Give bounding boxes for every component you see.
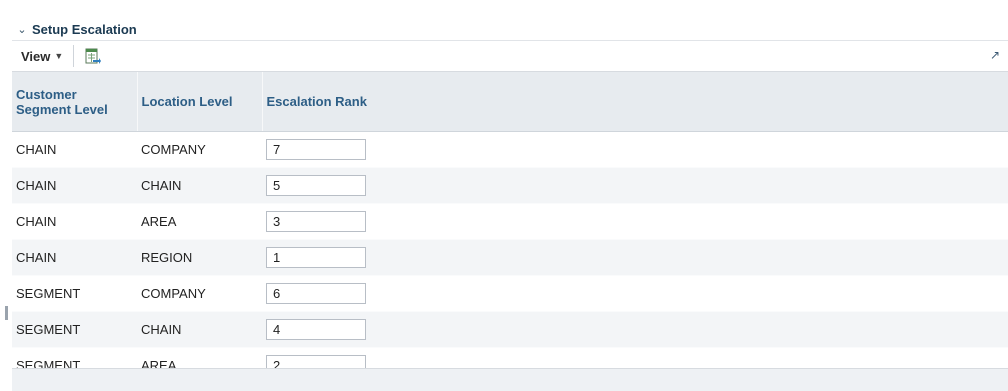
segment-cell: SEGMENT: [12, 275, 137, 312]
rank-cell: [262, 167, 1008, 204]
location-cell: COMPANY: [137, 275, 262, 312]
table-row[interactable]: SEGMENT COMPANY: [12, 275, 1008, 312]
table-header-row: Customer Segment Level Location Level Es…: [12, 72, 1008, 132]
toolbar-separator: [73, 45, 75, 67]
rank-cell: [262, 131, 1008, 168]
location-cell: AREA: [137, 203, 262, 240]
location-cell: CHAIN: [137, 167, 262, 204]
table-row[interactable]: CHAIN REGION: [12, 239, 1008, 276]
escalation-table: Customer Segment Level Location Level Es…: [12, 72, 1008, 384]
column-header-location-level[interactable]: Location Level: [137, 72, 263, 132]
escalation-rank-input[interactable]: [266, 139, 366, 160]
table-toolbar: View ▼ ↗: [12, 41, 1008, 72]
table-footer: [12, 368, 1008, 391]
table-row[interactable]: CHAIN CHAIN: [12, 167, 1008, 204]
segment-cell: CHAIN: [12, 203, 137, 240]
location-cell: CHAIN: [137, 311, 262, 348]
rank-cell: [262, 239, 1008, 276]
caret-down-icon: ▼: [54, 51, 64, 61]
column-header-escalation-rank[interactable]: Escalation Rank: [262, 72, 1008, 132]
table-row[interactable]: CHAIN COMPANY: [12, 131, 1008, 168]
escalation-rank-input[interactable]: [266, 175, 366, 196]
escalation-rank-input[interactable]: [266, 319, 366, 340]
rank-cell: [262, 311, 1008, 348]
export-to-excel-icon[interactable]: [82, 46, 102, 66]
escalation-rank-input[interactable]: [266, 283, 366, 304]
splitter-handle[interactable]: [5, 306, 8, 320]
location-cell: COMPANY: [137, 131, 262, 168]
escalation-rank-input[interactable]: [266, 247, 366, 268]
detach-icon[interactable]: ↗: [990, 48, 1000, 62]
panel-header[interactable]: ⌄ Setup Escalation: [12, 19, 1008, 41]
segment-cell: CHAIN: [12, 167, 137, 204]
rank-cell: [262, 275, 1008, 312]
setup-escalation-panel: ⌄ Setup Escalation View ▼ ↗ Customer Seg…: [12, 19, 1008, 384]
view-menu-label: View: [21, 48, 51, 64]
view-menu-button[interactable]: View ▼: [15, 43, 69, 69]
segment-cell: SEGMENT: [12, 311, 137, 348]
table-row[interactable]: SEGMENT CHAIN: [12, 311, 1008, 348]
escalation-rank-input[interactable]: [266, 211, 366, 232]
chevron-down-icon[interactable]: ⌄: [14, 23, 30, 36]
panel-title: Setup Escalation: [32, 22, 137, 37]
segment-cell: CHAIN: [12, 239, 137, 276]
rank-cell: [262, 203, 1008, 240]
segment-cell: CHAIN: [12, 131, 137, 168]
column-header-customer-segment-level[interactable]: Customer Segment Level: [12, 72, 138, 132]
location-cell: REGION: [137, 239, 262, 276]
table-row[interactable]: CHAIN AREA: [12, 203, 1008, 240]
